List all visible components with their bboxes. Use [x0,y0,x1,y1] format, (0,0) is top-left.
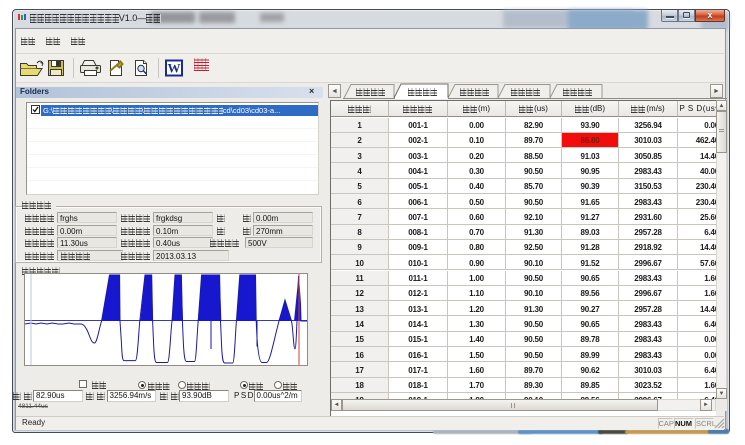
svg-text:W: W [168,61,181,76]
